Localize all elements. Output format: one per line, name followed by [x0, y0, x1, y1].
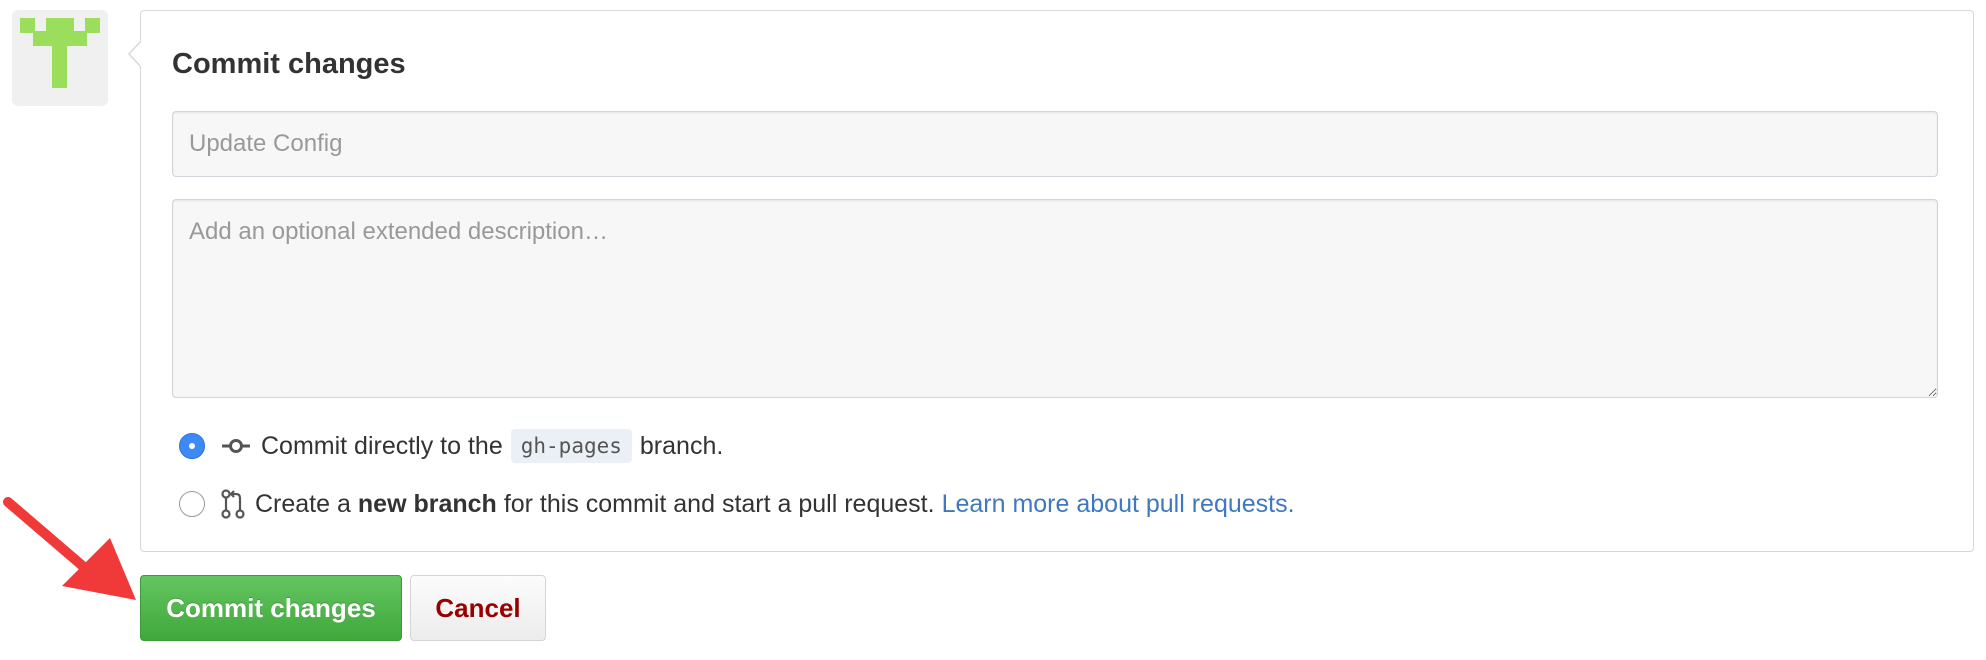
new-branch-option[interactable]: Create a new branch for this commit and …: [179, 484, 1295, 524]
commit-direct-suffix: branch.: [639, 431, 724, 460]
new-branch-text: Create a: [255, 489, 351, 518]
commit-form: Commit changes Commit directly to the gh…: [140, 10, 1974, 552]
learn-more-link[interactable]: Learn more about pull requests.: [942, 490, 1295, 519]
commit-direct-radio[interactable]: [179, 433, 205, 459]
cancel-button[interactable]: Cancel: [410, 575, 546, 641]
form-title: Commit changes: [172, 48, 406, 80]
new-branch-suffix: for this commit and start a pull request…: [503, 489, 935, 518]
commit-summary-input[interactable]: [172, 111, 1938, 177]
commit-direct-option[interactable]: Commit directly to the gh-pages branch.: [179, 426, 723, 466]
git-commit-icon: [221, 436, 251, 456]
commit-direct-text: Commit directly to the: [261, 431, 503, 460]
speech-caret-inner: [130, 41, 142, 67]
git-pull-request-icon: [221, 489, 245, 519]
identicon-image: [20, 18, 100, 88]
red-arrow-annotation: [3, 497, 136, 600]
commit-description-textarea[interactable]: [172, 199, 1938, 398]
new-branch-bold: new branch: [357, 489, 497, 518]
commit-changes-button[interactable]: Commit changes: [140, 575, 402, 641]
branch-name: gh-pages: [510, 429, 632, 463]
new-branch-radio[interactable]: [179, 491, 205, 517]
avatar[interactable]: [12, 10, 108, 106]
